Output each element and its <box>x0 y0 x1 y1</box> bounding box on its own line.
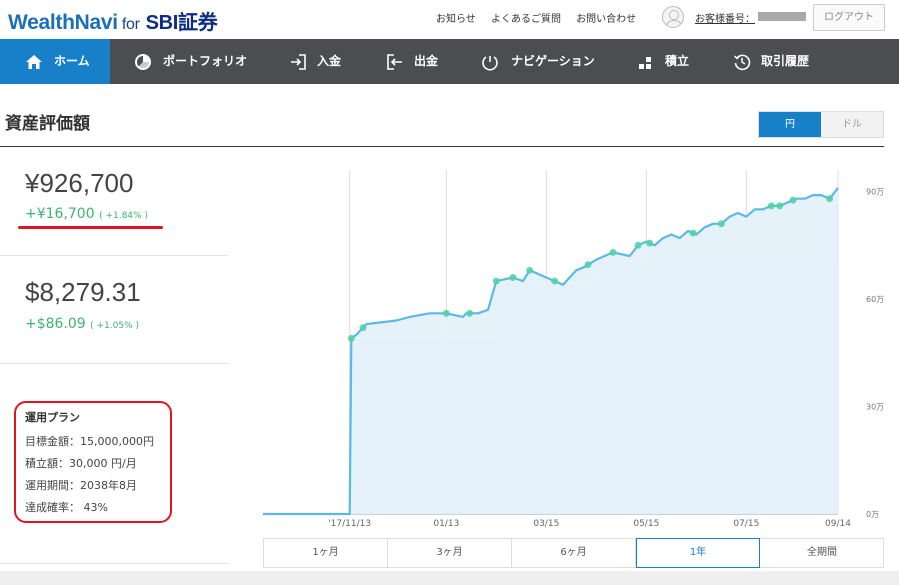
data-point <box>689 229 697 237</box>
period-tabs: 1ヶ月 3ヶ月 6ヶ月 1年 全期間 <box>263 538 884 568</box>
period-tab-3m[interactable]: 3ヶ月 <box>388 539 512 567</box>
data-point <box>466 309 474 317</box>
y-tick-label: 60万 <box>866 295 884 304</box>
y-axis-ticks: 0万 30万 60万 90万 <box>866 188 884 520</box>
x-tick-label: 03/15 <box>533 519 559 529</box>
asset-chart: '17/11/13 01/13 03/15 05/15 07/15 09/14 0万 30万… <box>263 170 884 529</box>
x-tick-label: 07/15 <box>733 519 759 529</box>
y-tick-label: 90万 <box>866 188 884 197</box>
footer-strip <box>0 571 899 585</box>
data-point <box>646 239 654 247</box>
data-point <box>492 277 500 285</box>
data-point <box>584 261 592 269</box>
x-tick-label: 05/15 <box>633 519 659 529</box>
data-point <box>509 274 517 281</box>
x-tick-label: 09/14 <box>825 519 851 529</box>
x-tick-label: '17/11/13 <box>328 519 371 529</box>
data-point <box>609 248 617 256</box>
period-tab-1m[interactable]: 1ヶ月 <box>264 539 388 567</box>
data-point <box>359 324 367 332</box>
data-point <box>717 220 725 228</box>
period-tab-all[interactable]: 全期間 <box>760 539 884 567</box>
data-point <box>789 196 797 204</box>
data-point <box>551 277 559 285</box>
y-tick-label: 0万 <box>866 510 879 519</box>
y-tick-label: 30万 <box>866 403 884 412</box>
period-tab-6m[interactable]: 6ヶ月 <box>512 539 636 567</box>
x-axis-ticks: '17/11/13 01/13 03/15 05/15 07/15 09/14 <box>328 519 851 529</box>
data-point <box>442 309 450 317</box>
data-point <box>767 202 775 210</box>
x-tick-label: 01/13 <box>433 519 459 529</box>
data-point <box>826 195 834 203</box>
data-point <box>634 241 642 249</box>
period-tab-1y[interactable]: 1年 <box>636 538 760 568</box>
data-point <box>347 334 355 342</box>
data-point <box>526 266 534 274</box>
data-point <box>776 202 784 210</box>
